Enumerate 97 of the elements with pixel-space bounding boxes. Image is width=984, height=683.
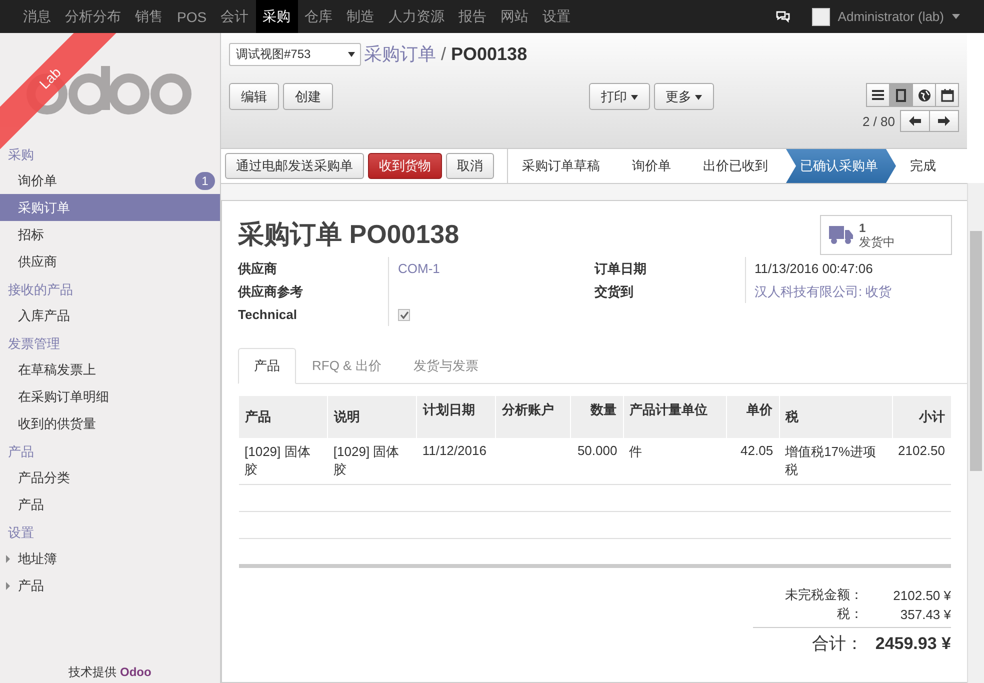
section-heading: 产品: [7, 443, 35, 461]
sidebar-item[interactable]: 产品: [0, 491, 220, 518]
breadcrumb-current: PO00138: [451, 44, 528, 64]
menu-item[interactable]: 消息: [16, 0, 58, 33]
caret-icon: [695, 94, 702, 100]
section-heading: 采购: [7, 146, 35, 164]
total-amount: 357.43 ¥: [899, 606, 951, 622]
chat-icon[interactable]: [776, 10, 790, 22]
field-label: Technical: [238, 307, 298, 322]
table-cell: 增值税17%进项税: [785, 444, 876, 477]
pager-counter: 2 / 80: [862, 114, 895, 128]
field-link[interactable]: COM-1: [398, 261, 440, 276]
menu-item[interactable]: 分析分布: [58, 0, 128, 33]
sidebar-item[interactable]: 产品分类: [0, 464, 220, 491]
table-cell: [1029] 固体胶: [333, 444, 400, 477]
column-header[interactable]: 小计: [892, 396, 951, 438]
column-header[interactable]: 产品计量单位: [623, 396, 726, 438]
tab[interactable]: 产品: [238, 348, 296, 384]
field-label: 订单日期: [594, 260, 648, 278]
count-badge: 1: [195, 172, 215, 190]
dropdown-button[interactable]: 打印: [589, 83, 650, 110]
menu-item[interactable]: 报告: [452, 0, 494, 33]
menu-item[interactable]: 采购: [256, 0, 298, 33]
sidebar-item[interactable]: 采购订单: [0, 194, 220, 221]
sidebar-item[interactable]: 产品: [0, 572, 220, 599]
sidebar-item[interactable]: 地址簿: [0, 545, 220, 572]
footer-text: 技术提供: [68, 665, 117, 679]
field-link[interactable]: 汉人科技有限公司: 收货: [754, 282, 892, 300]
debug-view-select[interactable]: 调试视图#753: [229, 42, 361, 66]
menu-item[interactable]: POS: [170, 0, 214, 33]
field-label: 供应商: [238, 260, 278, 278]
table-cell: 2102.50: [898, 443, 945, 458]
table-cell: [1029] 固体胶: [244, 444, 310, 477]
total-amount: 2102.50 ¥: [892, 588, 951, 602]
status-stage[interactable]: 已确认采购单: [786, 149, 896, 183]
toolbar-button[interactable]: 编辑: [229, 83, 279, 110]
column-header[interactable]: 说明: [327, 396, 416, 438]
column-header[interactable]: 产品: [238, 396, 328, 438]
shipment-smart-button[interactable]: 1 发货中: [820, 215, 952, 255]
table-cell: 件: [629, 444, 642, 459]
sidebar-item[interactable]: 招标: [0, 221, 220, 248]
menu-item[interactable]: 销售: [128, 0, 170, 33]
scrollbar[interactable]: [967, 183, 984, 683]
column-header[interactable]: 计划日期: [416, 396, 496, 438]
breadcrumb-link[interactable]: 采购订单: [364, 44, 436, 64]
expand-arrow-icon[interactable]: [6, 582, 10, 590]
checkbox[interactable]: [398, 308, 410, 320]
dropdown-button[interactable]: 更多: [654, 83, 714, 110]
caret-icon[interactable]: [952, 14, 960, 19]
menu-item[interactable]: 网站: [494, 0, 536, 33]
menu-item[interactable]: 制造: [340, 0, 382, 33]
sidebar-item[interactable]: 在采购订单明细: [0, 383, 220, 410]
user-menu[interactable]: Administrator (lab): [838, 9, 944, 24]
table-cell: 42.05: [740, 443, 774, 458]
table-cell: 50.000: [577, 443, 618, 458]
avatar-icon: [812, 8, 830, 26]
form-view-icon[interactable]: [889, 83, 913, 107]
toolbar-button[interactable]: 创建: [283, 83, 333, 110]
action-button[interactable]: 通过电邮发送采购单: [225, 153, 364, 179]
brand-link[interactable]: Odoo: [120, 665, 152, 679]
section-heading: 设置: [7, 524, 35, 542]
sidebar-item[interactable]: 入库产品: [0, 302, 220, 329]
tab[interactable]: 发货与发票: [397, 348, 494, 384]
caret-icon: [630, 94, 638, 100]
caret-icon[interactable]: [348, 52, 355, 56]
sidebar-item[interactable]: 收到的供货量: [0, 410, 220, 437]
menu-item[interactable]: 设置: [536, 0, 578, 33]
field-label: 供应商参考: [238, 282, 304, 300]
section-heading: 发票管理: [7, 335, 61, 353]
action-button[interactable]: 收到货物: [368, 153, 442, 179]
total-amount: 2459.93 ¥: [875, 634, 951, 654]
truck-icon: [829, 226, 853, 244]
tab[interactable]: RFQ & 出价: [296, 348, 398, 384]
expand-arrow-icon[interactable]: [6, 554, 10, 562]
sidebar-item[interactable]: 询价单 1: [0, 167, 220, 194]
globe-icon[interactable]: [912, 83, 936, 107]
column-header[interactable]: 税: [779, 396, 892, 438]
calendar-icon[interactable]: [935, 83, 959, 107]
menu-item[interactable]: 仓库: [298, 0, 340, 33]
record-title: 采购订单 PO00138: [238, 218, 460, 251]
total-label: 合计：: [811, 633, 864, 655]
total-label: 税：: [836, 605, 864, 623]
column-header[interactable]: 单价: [726, 396, 780, 438]
menu-item[interactable]: 人力资源: [382, 0, 452, 33]
section-heading: 接收的产品: [7, 281, 74, 299]
sidebar-item[interactable]: 在草稿发票上: [0, 356, 220, 383]
action-button[interactable]: 取消: [446, 153, 494, 179]
table-cell: 11/12/2016: [422, 443, 486, 458]
column-header[interactable]: 分析账户: [495, 396, 570, 438]
breadcrumb-separator: /: [441, 44, 446, 64]
menu-item[interactable]: 会计: [214, 0, 256, 33]
total-label: 未完税金额：: [784, 586, 864, 604]
column-header[interactable]: 数量: [570, 396, 624, 438]
sidebar-item[interactable]: 供应商: [0, 248, 220, 275]
field-value: 11/13/2016 00:47:06: [754, 261, 873, 276]
list-view-icon[interactable]: [866, 83, 890, 107]
field-label: 交货到: [594, 282, 634, 300]
